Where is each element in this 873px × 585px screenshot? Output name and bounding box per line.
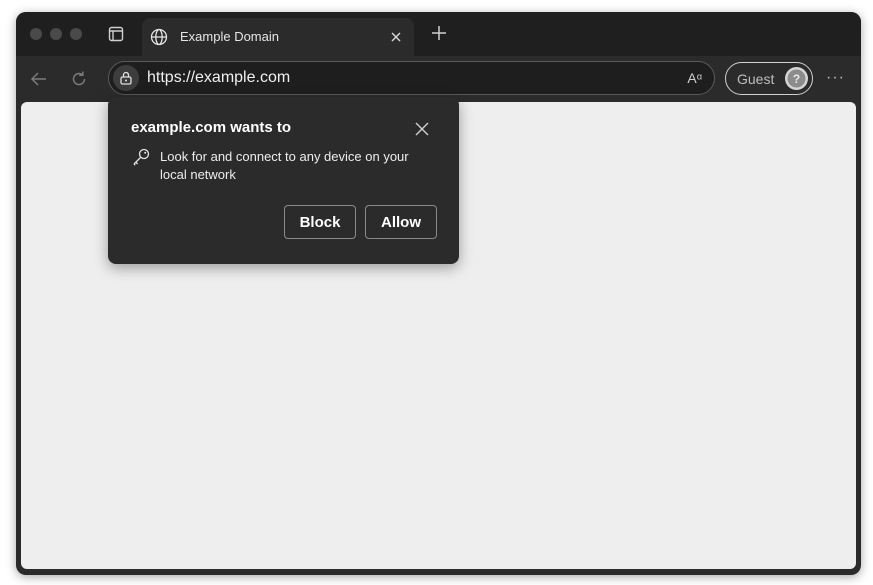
- site-info-button[interactable]: [113, 65, 139, 91]
- read-aloud-icon[interactable]: Aᵅ: [687, 70, 702, 86]
- tab-example-domain[interactable]: Example Domain: [142, 18, 414, 56]
- close-icon[interactable]: [414, 121, 430, 137]
- block-button[interactable]: Block: [284, 205, 356, 239]
- back-arrow-icon[interactable]: [30, 70, 48, 88]
- tab-strip: Example Domain: [16, 12, 861, 56]
- tab-actions-icon[interactable]: [108, 26, 124, 42]
- more-options-icon[interactable]: ···: [826, 69, 845, 87]
- globe-icon: [150, 28, 168, 46]
- profile-label: Guest: [737, 71, 775, 87]
- refresh-icon[interactable]: [70, 70, 88, 88]
- permission-prompt: example.com wants to Look for and connec…: [108, 97, 459, 264]
- window-maximize-button[interactable]: [70, 28, 82, 40]
- key-icon: [133, 148, 150, 166]
- window-close-button[interactable]: [30, 28, 42, 40]
- allow-button[interactable]: Allow: [365, 205, 437, 239]
- lock-icon: [120, 71, 132, 85]
- tab-title: Example Domain: [180, 29, 279, 44]
- toolbar: https://example.com Aᵅ Guest ? ···: [16, 56, 861, 102]
- url-text[interactable]: https://example.com: [147, 69, 290, 87]
- profile-button[interactable]: Guest ?: [725, 62, 813, 95]
- prompt-title: example.com wants to: [131, 119, 292, 136]
- new-tab-button[interactable]: [430, 24, 448, 42]
- address-bar[interactable]: https://example.com Aᵅ: [108, 61, 715, 95]
- svg-text:?: ?: [793, 72, 800, 86]
- window-minimize-button[interactable]: [50, 28, 62, 40]
- prompt-description: Look for and connect to any device on yo…: [160, 149, 409, 182]
- guest-avatar-icon: ?: [785, 67, 808, 90]
- close-icon[interactable]: [388, 29, 404, 45]
